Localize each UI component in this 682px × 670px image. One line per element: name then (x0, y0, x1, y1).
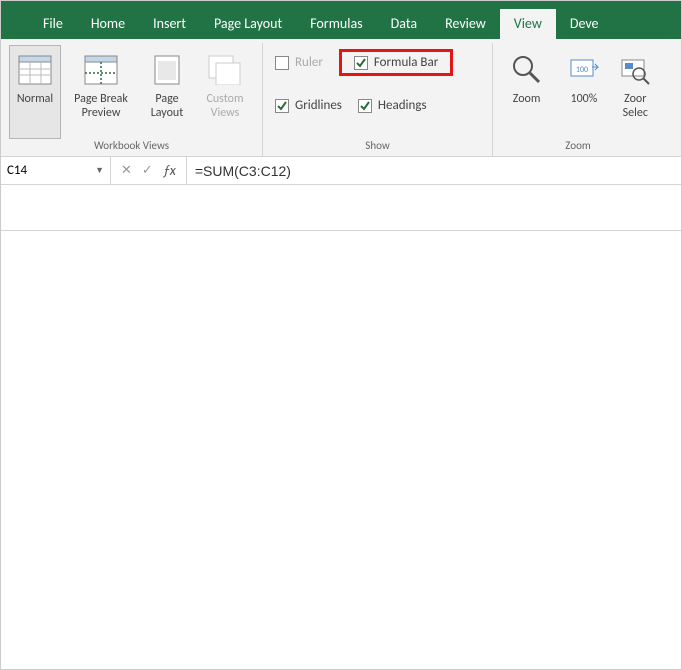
checkbox-icon (354, 56, 368, 70)
insert-function-icon[interactable]: ƒx (163, 162, 176, 179)
normal-view-button[interactable]: Normal (9, 45, 61, 139)
cv-label-2: Views (211, 106, 240, 120)
zoom-to-selection-button[interactable]: Zoor Selec (616, 45, 655, 139)
custom-views-button[interactable]: Custom Views (199, 45, 251, 139)
tab-insert[interactable]: Insert (139, 9, 200, 39)
formula-bar-buttons: ✕ ✓ ƒx (111, 157, 187, 184)
pl-label-1: Page (155, 92, 178, 106)
titlebar (1, 1, 681, 9)
pbp-label-2: Preview (82, 106, 121, 120)
zts-label-2: Selec (623, 106, 648, 120)
zoom-100-button[interactable]: 100 100% (558, 45, 609, 139)
group-workbook-views-label: Workbook Views (9, 139, 254, 154)
zoom-label: Zoom (513, 92, 541, 106)
gridlines-checkbox[interactable]: Gridlines (271, 96, 346, 115)
zoom-100-label: 100% (571, 92, 598, 106)
ribbon: Normal Page Break Preview Page Layout (1, 39, 681, 157)
group-zoom-label: Zoom (501, 139, 655, 154)
gridlines-label: Gridlines (295, 98, 342, 113)
zoom-button[interactable]: Zoom (501, 45, 552, 139)
tab-home[interactable]: Home (77, 9, 139, 39)
ruler-label: Ruler (295, 55, 323, 70)
formula-bar-highlight: Formula Bar (339, 49, 453, 76)
tab-page-layout[interactable]: Page Layout (200, 9, 296, 39)
tab-file[interactable]: File (29, 9, 77, 39)
normal-label: Normal (17, 92, 53, 106)
page-layout-button[interactable]: Page Layout (141, 45, 193, 139)
checkbox-icon (275, 56, 289, 70)
zts-label-1: Zoor (624, 92, 646, 106)
checkbox-icon (275, 99, 289, 113)
page-break-preview-icon (83, 52, 119, 88)
zoom-100-icon: 100 (566, 52, 602, 88)
svg-text:100: 100 (576, 65, 588, 75)
group-show: Ruler Formula Bar Gridlines Headings (263, 43, 493, 156)
ribbon-tabs: File Home Insert Page Layout Formulas Da… (1, 9, 681, 39)
name-box[interactable]: C14 ▼ (1, 157, 111, 184)
tab-review[interactable]: Review (431, 9, 500, 39)
tab-formulas[interactable]: Formulas (296, 9, 376, 39)
tab-view[interactable]: View (500, 9, 556, 39)
pl-label-2: Layout (151, 106, 184, 120)
tab-developer[interactable]: Deve (556, 9, 613, 39)
enter-icon[interactable]: ✓ (142, 163, 153, 178)
cv-label-1: Custom (206, 92, 243, 106)
group-zoom: Zoom 100 100% Zoor Selec Zoom (493, 43, 663, 156)
zoom-to-selection-icon (617, 52, 653, 88)
headings-checkbox[interactable]: Headings (354, 96, 431, 115)
chevron-down-icon[interactable]: ▼ (95, 165, 104, 176)
formula-bar-expand (1, 185, 681, 231)
normal-view-icon (17, 52, 53, 88)
formula-bar-label: Formula Bar (374, 55, 438, 70)
tab-data[interactable]: Data (377, 9, 431, 39)
formula-bar-checkbox[interactable]: Formula Bar (350, 53, 442, 72)
custom-views-icon (207, 52, 243, 88)
cancel-icon[interactable]: ✕ (121, 163, 132, 178)
zoom-icon (509, 52, 545, 88)
group-show-label: Show (271, 139, 484, 154)
ruler-checkbox[interactable]: Ruler (271, 49, 327, 76)
headings-label: Headings (378, 98, 427, 113)
formula-bar: C14 ▼ ✕ ✓ ƒx (1, 157, 681, 185)
pbp-label-1: Page Break (74, 92, 128, 106)
group-workbook-views: Normal Page Break Preview Page Layout (1, 43, 263, 156)
formula-input[interactable] (187, 157, 681, 184)
name-box-value: C14 (7, 163, 27, 178)
page-break-preview-button[interactable]: Page Break Preview (67, 45, 135, 139)
page-layout-icon (149, 52, 185, 88)
checkbox-icon (358, 99, 372, 113)
